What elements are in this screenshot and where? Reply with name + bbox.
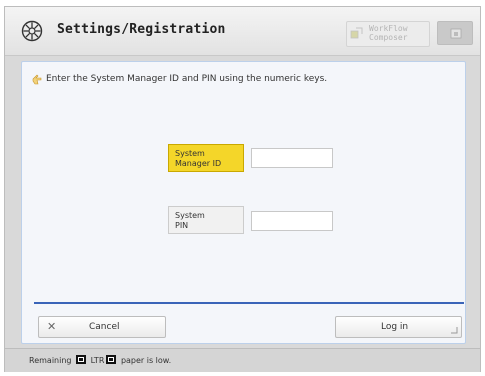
divider (34, 302, 464, 304)
workflow-icon (350, 27, 363, 39)
status-message: Remaining LTR paper is low. (29, 355, 171, 365)
gear-icon (21, 20, 43, 42)
login-button[interactable]: Log in (335, 316, 462, 338)
home-button[interactable] (437, 21, 473, 45)
system-manager-id-field[interactable] (251, 148, 333, 168)
login-panel: Enter the System Manager ID and PIN usin… (21, 61, 466, 344)
pointing-hand-icon (32, 74, 42, 85)
corner-arrow-icon (451, 327, 458, 334)
system-manager-id-label[interactable]: System Manager ID (168, 144, 244, 172)
workflow-label: WorkFlow Composer (369, 24, 408, 42)
paper-orientation-icon (106, 355, 117, 364)
system-pin-label[interactable]: System PIN (168, 206, 244, 234)
status-bar: Remaining LTR paper is low. (5, 348, 480, 372)
cancel-button[interactable]: ✕ Cancel (38, 316, 166, 338)
title-bar: Settings/Registration WorkFlow Composer (5, 7, 480, 56)
login-label: Log in (381, 322, 409, 332)
workflow-composer-button[interactable]: WorkFlow Composer (346, 21, 430, 47)
home-icon (450, 28, 462, 39)
page-title: Settings/Registration (57, 22, 226, 37)
system-pin-field[interactable] (251, 211, 333, 231)
close-icon: ✕ (47, 320, 57, 333)
cancel-label: Cancel (89, 322, 120, 332)
status-suffix: paper is low. (120, 356, 172, 365)
device-screen: Settings/Registration WorkFlow Composer … (4, 6, 481, 372)
status-prefix: Remaining (29, 356, 72, 365)
paper-icon (76, 355, 87, 364)
instruction-text: Enter the System Manager ID and PIN usin… (46, 74, 328, 84)
paper-size: LTR (90, 356, 105, 365)
